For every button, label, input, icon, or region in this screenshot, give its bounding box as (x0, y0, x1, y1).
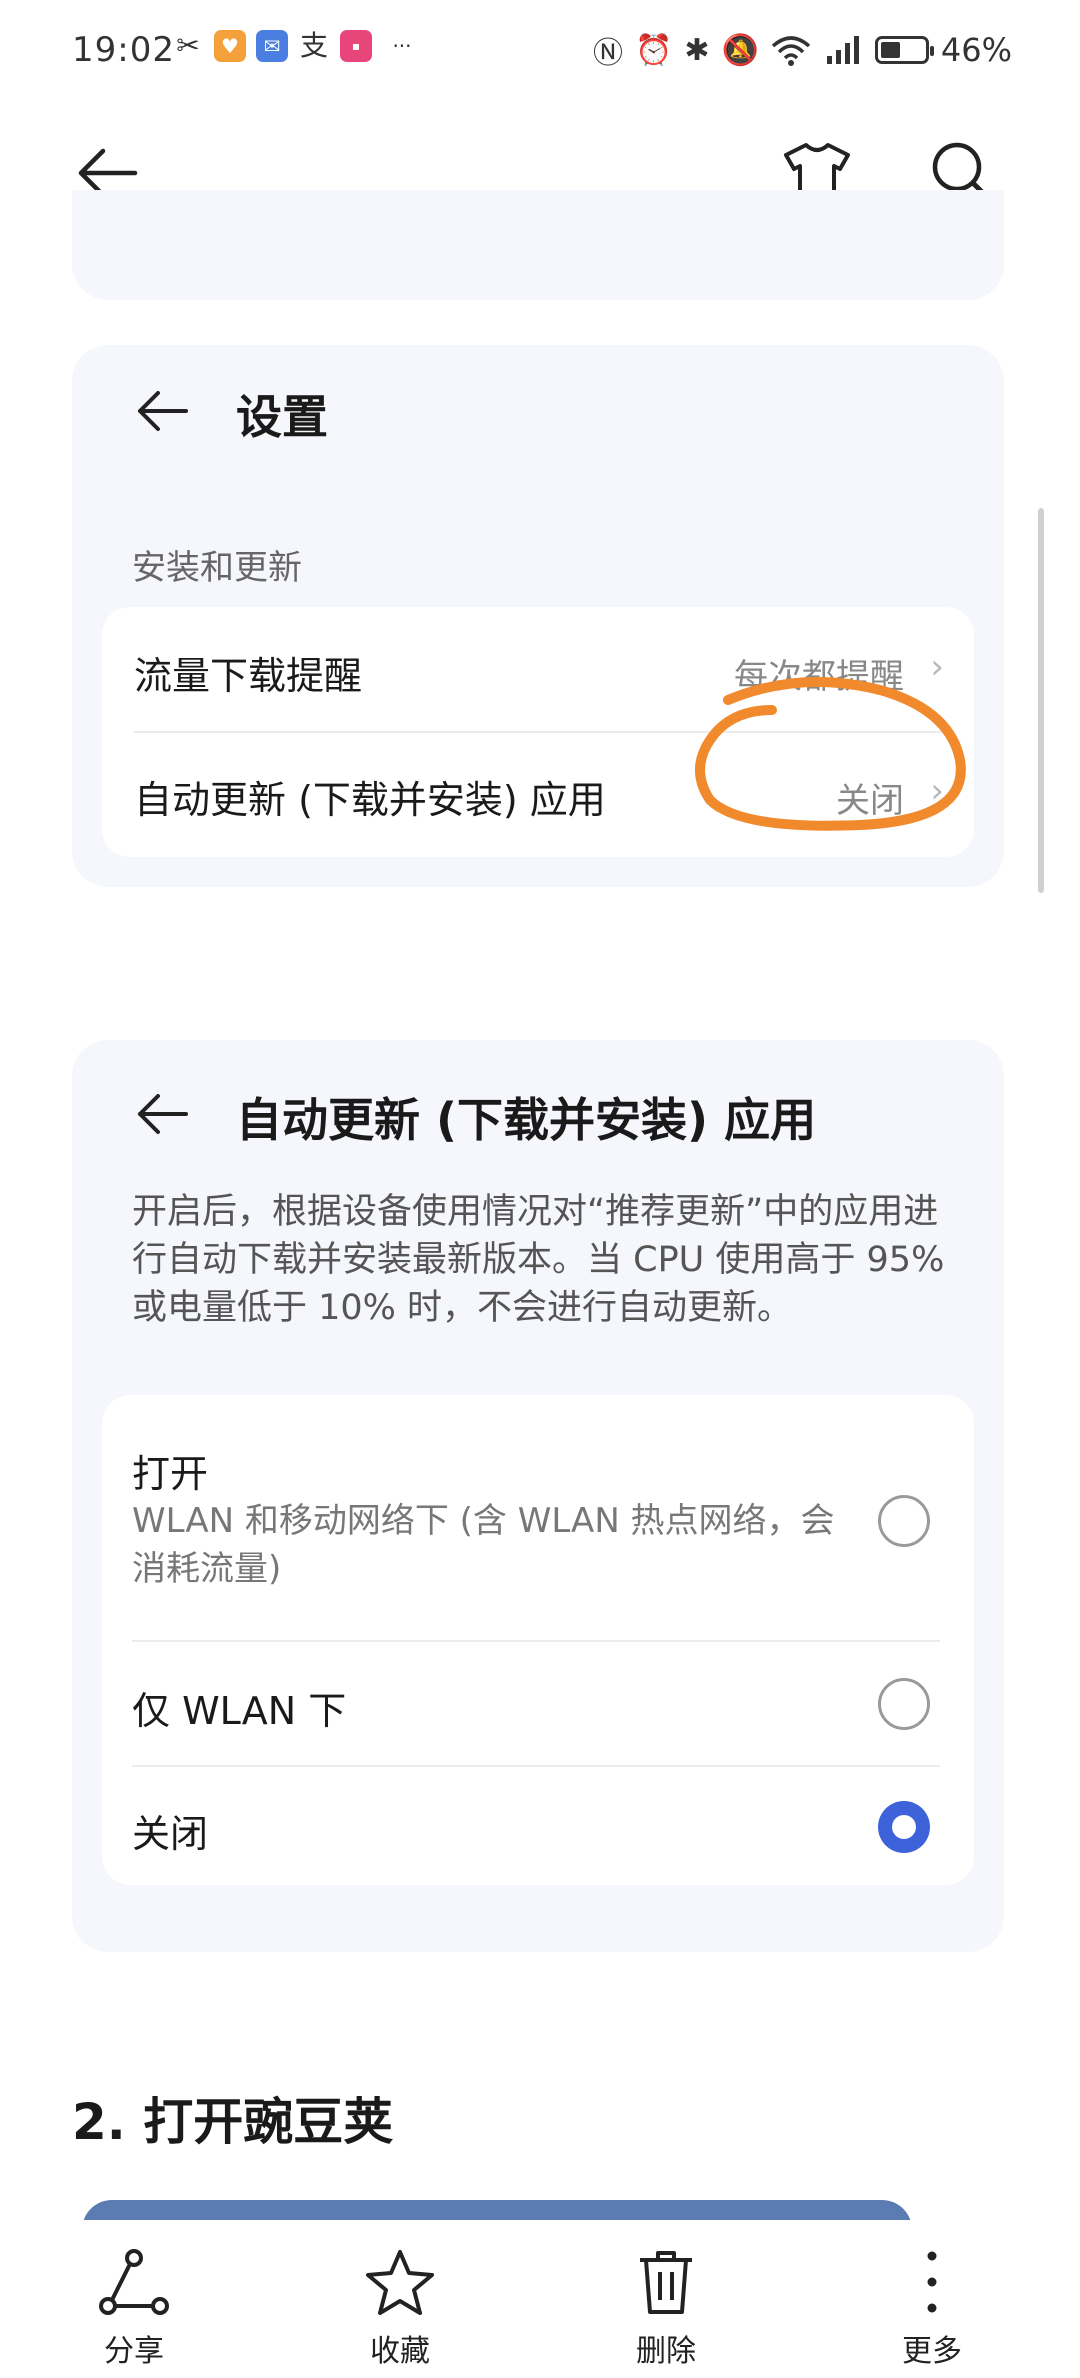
section-header: 安装和更新 (132, 548, 302, 588)
option-wlan-only[interactable]: 仅 WLAN 下 (102, 1640, 974, 1765)
option-off[interactable]: 关闭 (102, 1765, 974, 1885)
status-bar: 19:02 ✂ ♥ ✉ 支 ▪ ··· Ⓝ ⏰ ✱ 🔕 46% (0, 0, 1080, 100)
arrow-left-icon (138, 1094, 188, 1134)
battery-icon (874, 36, 934, 64)
trash-icon (640, 2251, 692, 2314)
signal-icon (826, 36, 859, 64)
radio-button-selected[interactable] (878, 1801, 930, 1853)
share-icon (99, 2249, 169, 2315)
row-label: 自动更新 (下载并安装) 应用 (134, 778, 606, 822)
alipay-icon: 支 (299, 29, 328, 62)
favorite-button[interactable]: 收藏 (340, 2248, 460, 2370)
bluetooth-icon: ✱ (684, 32, 710, 68)
radio-button[interactable] (878, 1495, 930, 1547)
arrow-left-icon (138, 391, 188, 431)
system-status: Ⓝ ⏰ ✱ 🔕 46% (593, 28, 1012, 72)
app-icon-pink: ▪ (340, 30, 372, 62)
radio-button[interactable] (878, 1678, 930, 1730)
share-button[interactable]: 分享 (74, 2248, 194, 2370)
option-label: 关闭 (132, 1812, 209, 1856)
crossed-icon: ✂ (176, 29, 200, 62)
app-icon-orange: ♥ (214, 30, 246, 62)
star-icon (366, 2250, 434, 2315)
annotation-circle (695, 677, 966, 831)
more-button[interactable]: 更多 (872, 2248, 992, 2370)
more-vertical-icon (927, 2251, 937, 2313)
delete-button[interactable]: 删除 (606, 2248, 726, 2370)
option-label: 仅 WLAN 下 (132, 1689, 347, 1733)
more-notifications: ··· (392, 34, 412, 58)
option-on[interactable]: 打开 WLAN 和移动网络下 (含 WLAN 热点网络，会消耗流量) (102, 1395, 974, 1640)
mute-icon: 🔕 (721, 32, 759, 68)
settings-title: 设置 (236, 390, 328, 444)
auto-update-description: 开启后，根据设备使用情况对“推荐更新”中的应用进行自动下载并安装最新版本。当 C… (132, 1192, 945, 1328)
previous-card-edge (72, 190, 1004, 300)
bottom-action-bar: 分享 收藏 删除 更多 (0, 2220, 1080, 2378)
app-icon-blue: ✉ (256, 30, 288, 62)
wifi-icon (771, 36, 811, 66)
status-time: 19:02 (72, 30, 175, 70)
share-label: 分享 (104, 2334, 164, 2369)
delete-label: 删除 (636, 2334, 696, 2369)
auto-update-title: 自动更新 (下载并安装) 应用 (236, 1093, 817, 1147)
scrollbar[interactable] (1038, 508, 1044, 893)
nfc-icon: Ⓝ (593, 36, 624, 71)
notification-icons: ✂ ♥ ✉ 支 ▪ ··· (172, 30, 422, 62)
favorite-label: 收藏 (370, 2334, 430, 2369)
more-label: 更多 (902, 2334, 962, 2369)
option-description: WLAN 和移动网络下 (含 WLAN 热点网络，会消耗流量) (132, 1501, 835, 1589)
row-label: 流量下载提醒 (134, 654, 363, 698)
option-label: 打开 (132, 1452, 209, 1496)
battery-percent: 46% (940, 31, 1012, 69)
alarm-icon: ⏰ (635, 32, 673, 68)
step-title: 2. 打开豌豆荚 (72, 2093, 394, 2151)
